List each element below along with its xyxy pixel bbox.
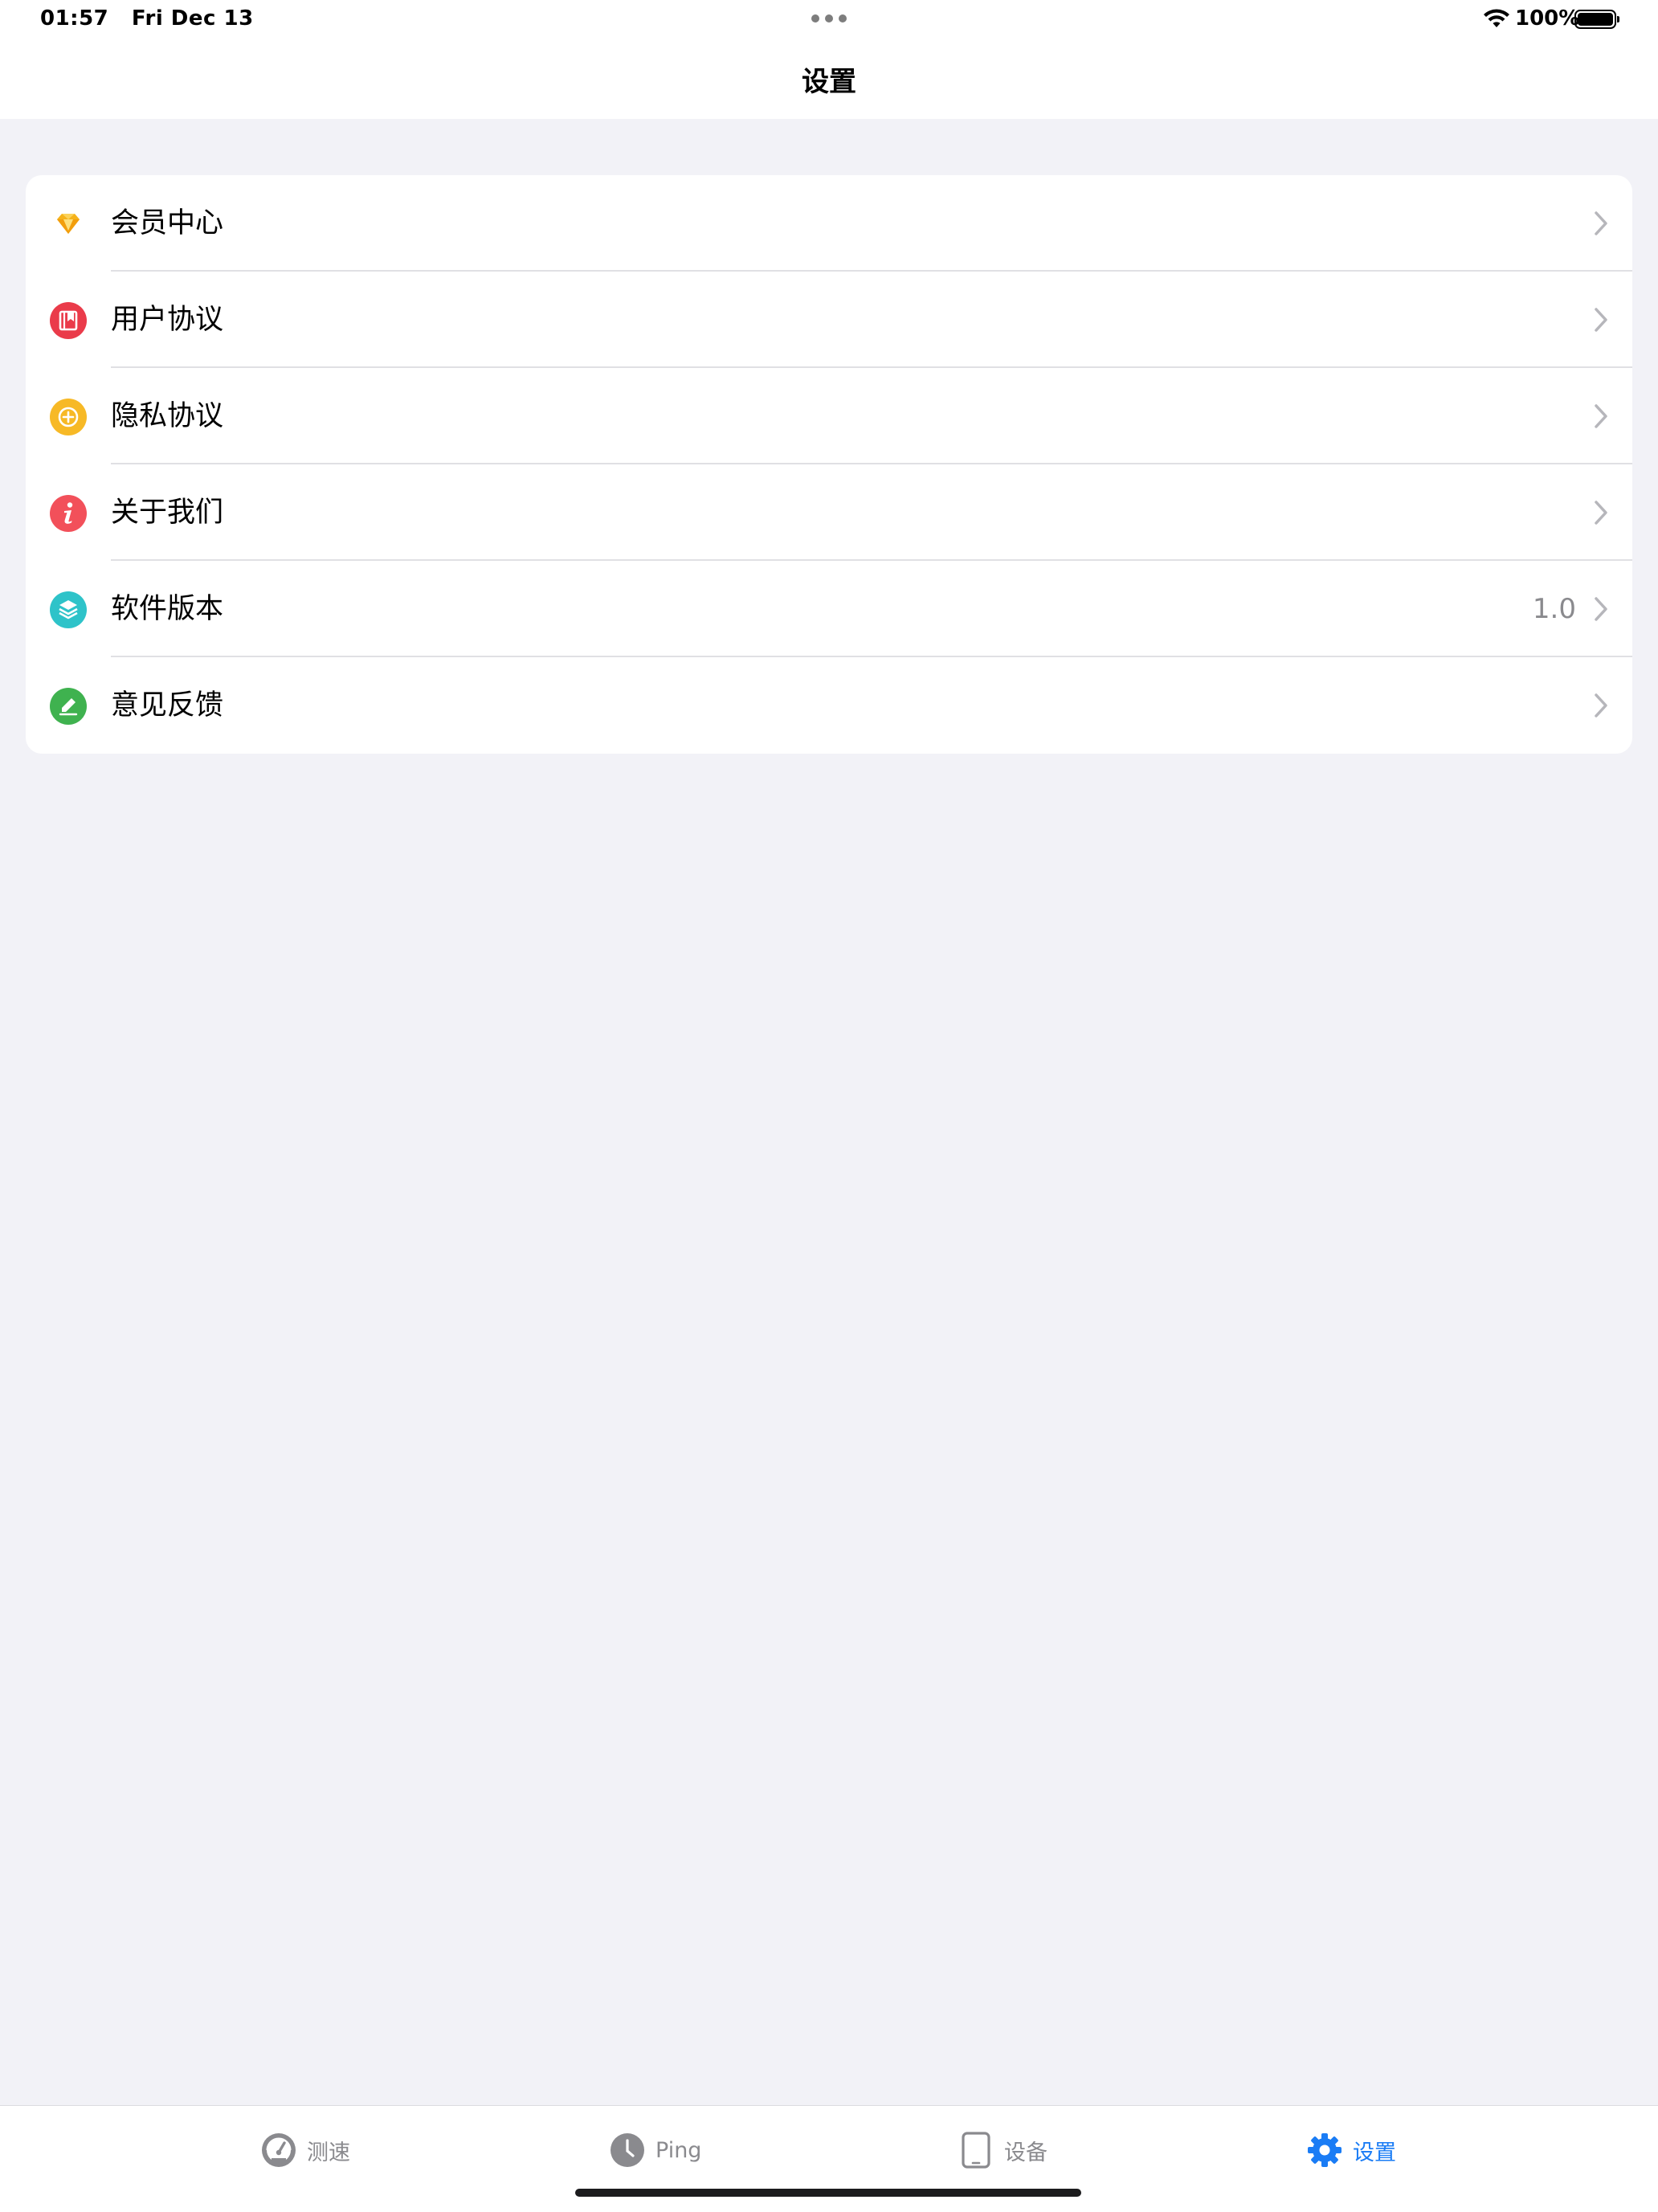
chevron-right-icon	[1595, 211, 1607, 235]
settings-item-label: 用户协议	[111, 304, 224, 336]
settings-item-label: 会员中心	[111, 207, 224, 239]
home-indicator[interactable]	[575, 2189, 1081, 2197]
navigation-bar: 设置	[0, 39, 1658, 119]
tab-ping[interactable]: Ping	[609, 2130, 701, 2170]
speedometer-icon	[262, 2133, 296, 2167]
chevron-right-icon	[1595, 693, 1607, 718]
tab-settings[interactable]: 设置	[1306, 2130, 1396, 2170]
info-icon	[50, 495, 87, 532]
chevron-right-icon	[1595, 597, 1607, 621]
tab-label: 设备	[1004, 2140, 1047, 2165]
pencil-icon	[50, 688, 87, 725]
settings-item-label: 软件版本	[111, 593, 224, 625]
settings-item-user-agreement[interactable]: 用户协议	[26, 272, 1632, 368]
book-icon	[50, 302, 87, 339]
chevron-right-icon	[1595, 308, 1607, 332]
chevron-right-icon	[1595, 501, 1607, 525]
settings-item-about-us[interactable]: 关于我们	[26, 464, 1632, 561]
diamond-icon	[50, 206, 87, 243]
tab-speed-test[interactable]: 测速	[260, 2130, 350, 2170]
status-bar: 01:57 Fri Dec 13 100%	[0, 0, 1658, 39]
chevron-right-icon	[1595, 404, 1607, 428]
gear-icon	[1308, 2133, 1342, 2167]
tab-label: 设置	[1353, 2140, 1396, 2165]
version-value: 1.0	[1532, 593, 1576, 625]
page-title: 设置	[802, 66, 856, 98]
battery-icon	[1574, 10, 1619, 29]
wifi-icon	[1484, 9, 1509, 27]
settings-item-app-version[interactable]: 软件版本 1.0	[26, 561, 1632, 657]
settings-item-privacy-policy[interactable]: 隐私协议	[26, 368, 1632, 464]
settings-list: 会员中心 用户协议 隐私协议 关于我们 软件版本 1.0 意见反馈	[26, 175, 1632, 754]
battery-percent: 100%	[1515, 6, 1580, 31]
tab-label: Ping	[655, 2137, 702, 2163]
tab-devices[interactable]: 设备	[958, 2130, 1047, 2170]
multitask-dots-icon[interactable]	[811, 14, 847, 22]
tablet-icon	[962, 2132, 990, 2169]
settings-item-feedback[interactable]: 意见反馈	[26, 657, 1632, 754]
settings-item-label: 隐私协议	[111, 400, 224, 432]
settings-item-label: 关于我们	[111, 497, 224, 529]
tab-label: 测速	[307, 2140, 350, 2165]
status-time: 01:57 Fri Dec 13	[40, 6, 254, 31]
shield-plus-icon	[50, 399, 87, 435]
settings-item-label: 意见反馈	[111, 689, 224, 722]
settings-item-membership[interactable]: 会员中心	[26, 175, 1632, 272]
clock-icon	[611, 2133, 644, 2167]
layers-icon	[50, 591, 87, 628]
